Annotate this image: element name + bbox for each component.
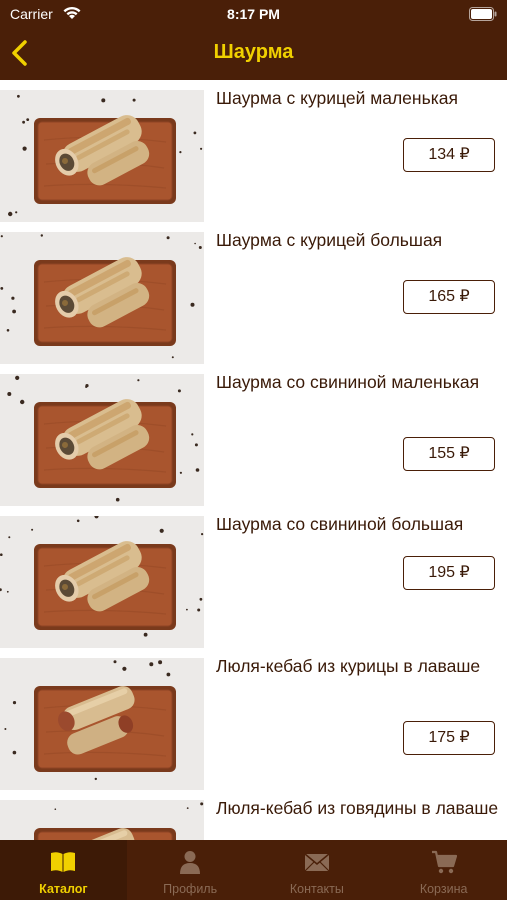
product-item[interactable]: Люля-кебаб из говядины в лаваше [0, 790, 507, 840]
product-name: Шаурма с курицей маленькая [216, 88, 458, 108]
person-icon [180, 851, 201, 874]
product-item[interactable]: Люля-кебаб из курицы в лаваше 175 ₽ [0, 648, 507, 790]
price-button[interactable]: 175 ₽ [403, 721, 495, 755]
product-name: Шаурма со свининой большая [216, 514, 464, 534]
tab-label: Корзина [419, 882, 468, 896]
status-time: 8:17 PM [227, 6, 280, 22]
envelope-icon [304, 853, 330, 872]
product-item[interactable]: Шаурма с курицей большая 165 ₽ [0, 222, 507, 364]
product-item[interactable]: Шаурма со свининой большая 195 ₽ [0, 506, 507, 648]
tab-contacts[interactable]: Контакты [254, 840, 381, 900]
product-name: Люля-кебаб из курицы в лаваше [216, 656, 481, 676]
tab-profile[interactable]: Профиль [127, 840, 254, 900]
navigation-bar: Шаурма [0, 30, 507, 78]
product-name: Шаурма с курицей большая [216, 230, 443, 250]
tab-catalog[interactable]: Каталог [0, 840, 127, 900]
book-icon [51, 852, 76, 872]
product-image [0, 800, 204, 840]
product-image [0, 658, 204, 790]
product-item[interactable]: Шаурма со свининой маленькая 155 ₽ [0, 364, 507, 506]
product-name: Шаурма со свининой маленькая [216, 372, 480, 392]
product-image [0, 374, 204, 506]
tab-bar: Каталог Профиль Контакты Корзина [0, 840, 507, 900]
app-header: Carrier 8:17 PM Шаурма [0, 0, 507, 80]
product-name: Люля-кебаб из говядины в лаваше [216, 798, 499, 818]
product-image [0, 232, 204, 364]
price-button[interactable]: 155 ₽ [403, 437, 495, 471]
price-button[interactable]: 165 ₽ [403, 280, 495, 314]
tab-cart[interactable]: Корзина [380, 840, 507, 900]
price-button[interactable]: 195 ₽ [403, 556, 495, 590]
battery-icon [469, 7, 497, 21]
product-item[interactable]: Шаурма с курицей маленькая 134 ₽ [0, 80, 507, 222]
status-bar: Carrier 8:17 PM [0, 0, 507, 30]
tab-label: Каталог [39, 882, 88, 896]
page-title: Шаурма [213, 41, 294, 63]
product-image [0, 90, 204, 222]
cart-icon [431, 850, 457, 874]
price-button[interactable]: 134 ₽ [403, 138, 495, 172]
tab-label: Профиль [163, 882, 218, 896]
tab-label: Контакты [289, 882, 344, 896]
product-list[interactable]: Шаурма с курицей маленькая 134 ₽ Шаурма … [0, 80, 507, 840]
product-image [0, 516, 204, 648]
